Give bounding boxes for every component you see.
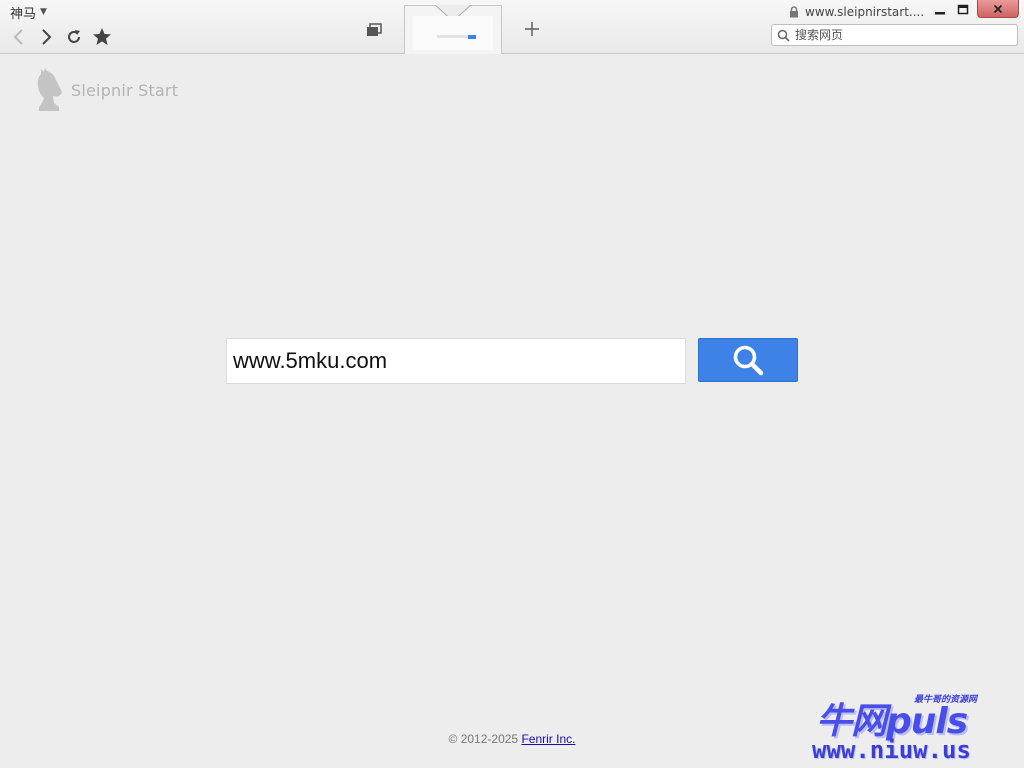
watermark-tagline: 最牛哥的资源网: [914, 695, 978, 705]
new-tab-button[interactable]: [521, 18, 543, 40]
reload-button[interactable]: [63, 26, 85, 48]
lock-icon: [790, 6, 798, 18]
tab-group-button[interactable]: [364, 20, 384, 40]
maximize-icon: [957, 4, 969, 15]
caret-down-icon: ▼: [40, 7, 47, 17]
fenrir-link[interactable]: Fenrir Inc.: [521, 732, 575, 746]
browser-tab-active[interactable]: [404, 5, 502, 54]
watermark-url: www.niuw.us: [812, 736, 971, 764]
forward-button[interactable]: [35, 26, 57, 48]
maximize-button[interactable]: [953, 1, 973, 19]
address-url: www.sleipnirstart....: [805, 5, 925, 19]
tab-thumbnail: [413, 16, 493, 50]
minimize-button[interactable]: [930, 1, 950, 19]
app-menu-button[interactable]: 神马 ▼: [10, 3, 47, 22]
watermark-logo: 牛网puls 最牛哥的资源网 www.niuw.us: [810, 690, 1010, 764]
star-icon: [93, 28, 111, 45]
search-icon: [777, 29, 790, 42]
close-icon: [993, 4, 1003, 13]
back-button[interactable]: [8, 26, 30, 48]
footer-copyright: © 2012-2025: [448, 732, 522, 746]
logo-text: Sleipnir Start: [71, 80, 179, 100]
horse-head-icon: [37, 68, 62, 111]
web-search-box[interactable]: [771, 24, 1018, 46]
tab-thumbnail-button: [468, 35, 476, 39]
minimize-icon: [935, 12, 945, 15]
chevron-right-icon: [42, 29, 52, 45]
plus-icon: [525, 22, 539, 36]
chevron-left-icon: [13, 29, 23, 45]
reload-icon: [68, 30, 80, 43]
close-window-button[interactable]: [977, 0, 1019, 18]
app-menu-label: 神马: [10, 6, 37, 22]
main-search-input[interactable]: [226, 338, 686, 384]
bookmark-button[interactable]: [91, 26, 113, 48]
tab-group-icon: [367, 23, 382, 36]
main-search-button[interactable]: [698, 338, 798, 382]
sleipnir-logo[interactable]: Sleipnir Start: [33, 68, 178, 112]
address-display[interactable]: www.sleipnirstart....: [789, 4, 925, 20]
web-search-input[interactable]: [795, 28, 1005, 42]
search-icon: [733, 345, 764, 376]
browser-toolbar: 神马 ▼ www.sleipnirstart.... 搜索网页: [0, 0, 1024, 54]
